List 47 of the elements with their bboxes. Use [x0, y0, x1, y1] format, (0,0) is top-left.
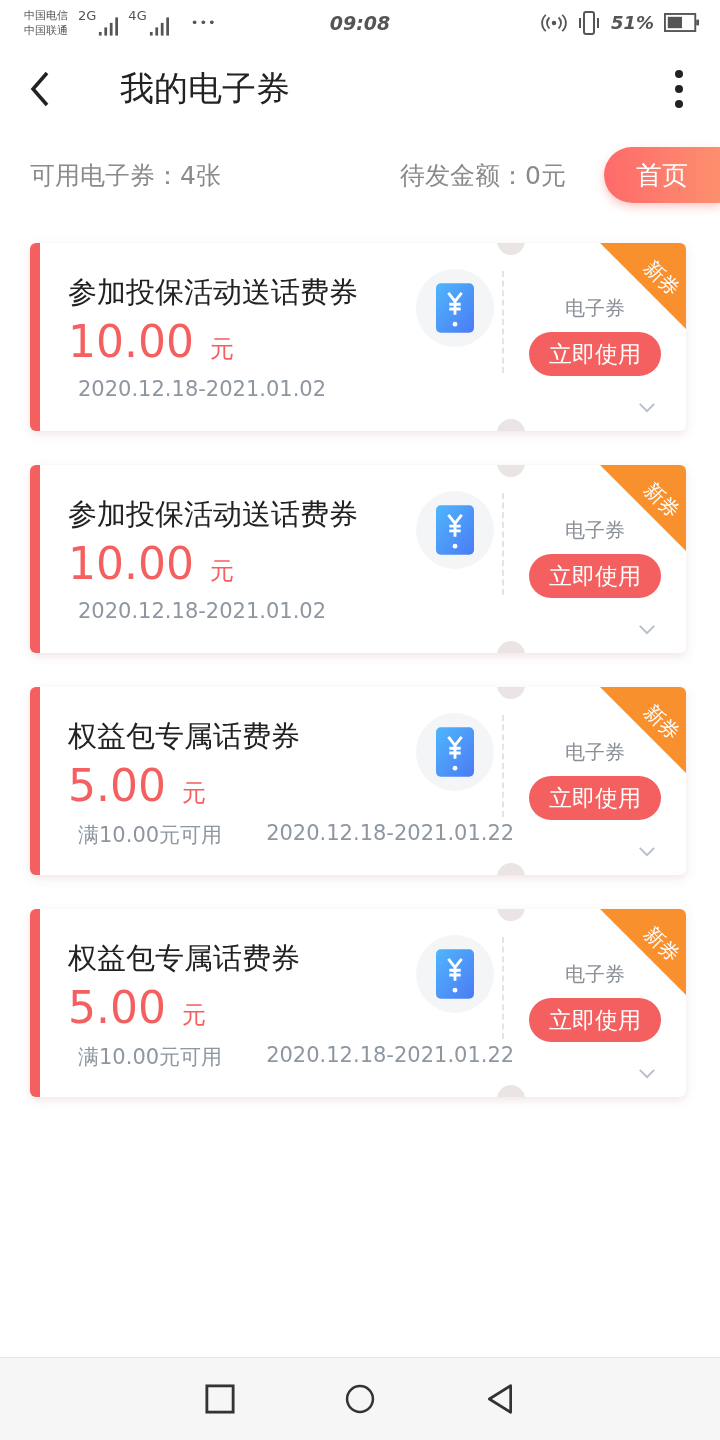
- back-icon[interactable]: [30, 71, 50, 107]
- coupon-card[interactable]: 新券 参加投保活动送话费券 10.00 元 2020.12.18-2021.01.02 电子券 立即使用: [30, 465, 686, 653]
- coupon-title: 权益包专属话费券: [68, 940, 300, 977]
- vibrate-icon: [576, 10, 601, 35]
- carrier-name: 中国电信: [24, 7, 68, 23]
- validity-period: 2020.12.18-2021.01.02: [78, 599, 327, 623]
- coupon-title: 参加投保活动送话费券: [68, 274, 358, 311]
- battery-icon: [664, 13, 700, 32]
- currency-unit: 元: [181, 1000, 206, 1031]
- currency-unit: 元: [209, 556, 234, 587]
- use-now-button[interactable]: 立即使用: [529, 776, 661, 820]
- validity-period: 2020.12.18-2021.01.22: [266, 1043, 515, 1069]
- validity-period: 2020.12.18-2021.01.22: [266, 821, 515, 847]
- coupon-amount: 10.00: [68, 315, 194, 369]
- clock-time: 09:08: [328, 11, 392, 34]
- signal-icon: [148, 17, 169, 36]
- network-type: 4G: [128, 8, 147, 23]
- coupon-card[interactable]: 新券 参加投保活动送话费券 10.00 元 2020.12.18-2021.01.02 电子券 立即使用: [30, 243, 686, 431]
- more-menu-icon[interactable]: [674, 69, 684, 109]
- coupon-amount: 5.00: [68, 759, 166, 813]
- coupon-title: 权益包专属话费券: [68, 718, 300, 755]
- signal-icon: [98, 17, 119, 36]
- recents-icon[interactable]: [205, 1383, 235, 1415]
- usage-condition: 满10.00元可用: [78, 1044, 223, 1071]
- coupon-title: 参加投保活动送话费券: [68, 496, 358, 533]
- page-title: 我的电子券: [120, 67, 290, 110]
- more-indicator: •••: [190, 15, 217, 30]
- back-nav-icon[interactable]: [485, 1383, 515, 1415]
- available-count: 可用电子券：4张: [30, 159, 221, 192]
- pending-amount: 待发金额：0元: [400, 159, 566, 192]
- coupon-amount: 5.00: [68, 981, 166, 1035]
- home-icon[interactable]: [345, 1383, 375, 1415]
- home-button[interactable]: 首页: [604, 147, 720, 203]
- carrier-name: 中国联通: [24, 22, 68, 38]
- battery-percent: 51%: [610, 12, 654, 33]
- network-type: 2G: [78, 8, 97, 23]
- coupon-card[interactable]: 新券 权益包专属话费券 5.00 元 满10.00元可用 2020.12.18-2021.01.22 电子券 立即使用: [30, 909, 686, 1097]
- coupon-card[interactable]: 新券 权益包专属话费券 5.00 元 满10.00元可用 2020.12.18-2021.01.22 电子券 立即使用: [30, 687, 686, 875]
- usage-condition: 满10.00元可用: [78, 822, 223, 849]
- use-now-button[interactable]: 立即使用: [529, 554, 661, 598]
- coupon-amount: 10.00: [68, 537, 194, 591]
- use-now-button[interactable]: 立即使用: [529, 332, 661, 376]
- use-now-button[interactable]: 立即使用: [529, 998, 661, 1042]
- currency-unit: 元: [181, 778, 206, 809]
- validity-period: 2020.12.18-2021.01.02: [78, 377, 327, 401]
- currency-unit: 元: [209, 334, 234, 365]
- hotspot-icon: [540, 12, 567, 33]
